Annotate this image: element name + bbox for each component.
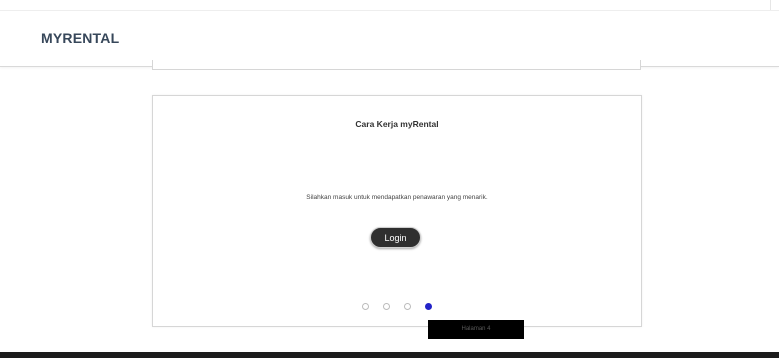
footer-bar [0, 352, 779, 358]
pagination-dot-4[interactable] [425, 303, 432, 310]
pagination-dot-2[interactable] [383, 303, 390, 310]
top-strip [0, 0, 779, 11]
top-strip-edge [770, 0, 771, 10]
pagination-dot-1[interactable] [362, 303, 369, 310]
brand-logo[interactable]: MYRENTAL [41, 30, 119, 46]
carousel-card: Cara Kerja myRental Silahkan masuk untuk… [152, 95, 642, 327]
previous-card-edge [152, 60, 641, 70]
card-title: Cara Kerja myRental [355, 119, 439, 129]
login-button[interactable]: Login [370, 227, 421, 248]
site-header: MYRENTAL [0, 11, 779, 67]
card-description: Silahkan masuk untuk mendapatkan penawar… [306, 194, 488, 201]
pagination-tooltip: Halaman 4 [428, 320, 524, 339]
pagination-dot-3[interactable] [404, 303, 411, 310]
